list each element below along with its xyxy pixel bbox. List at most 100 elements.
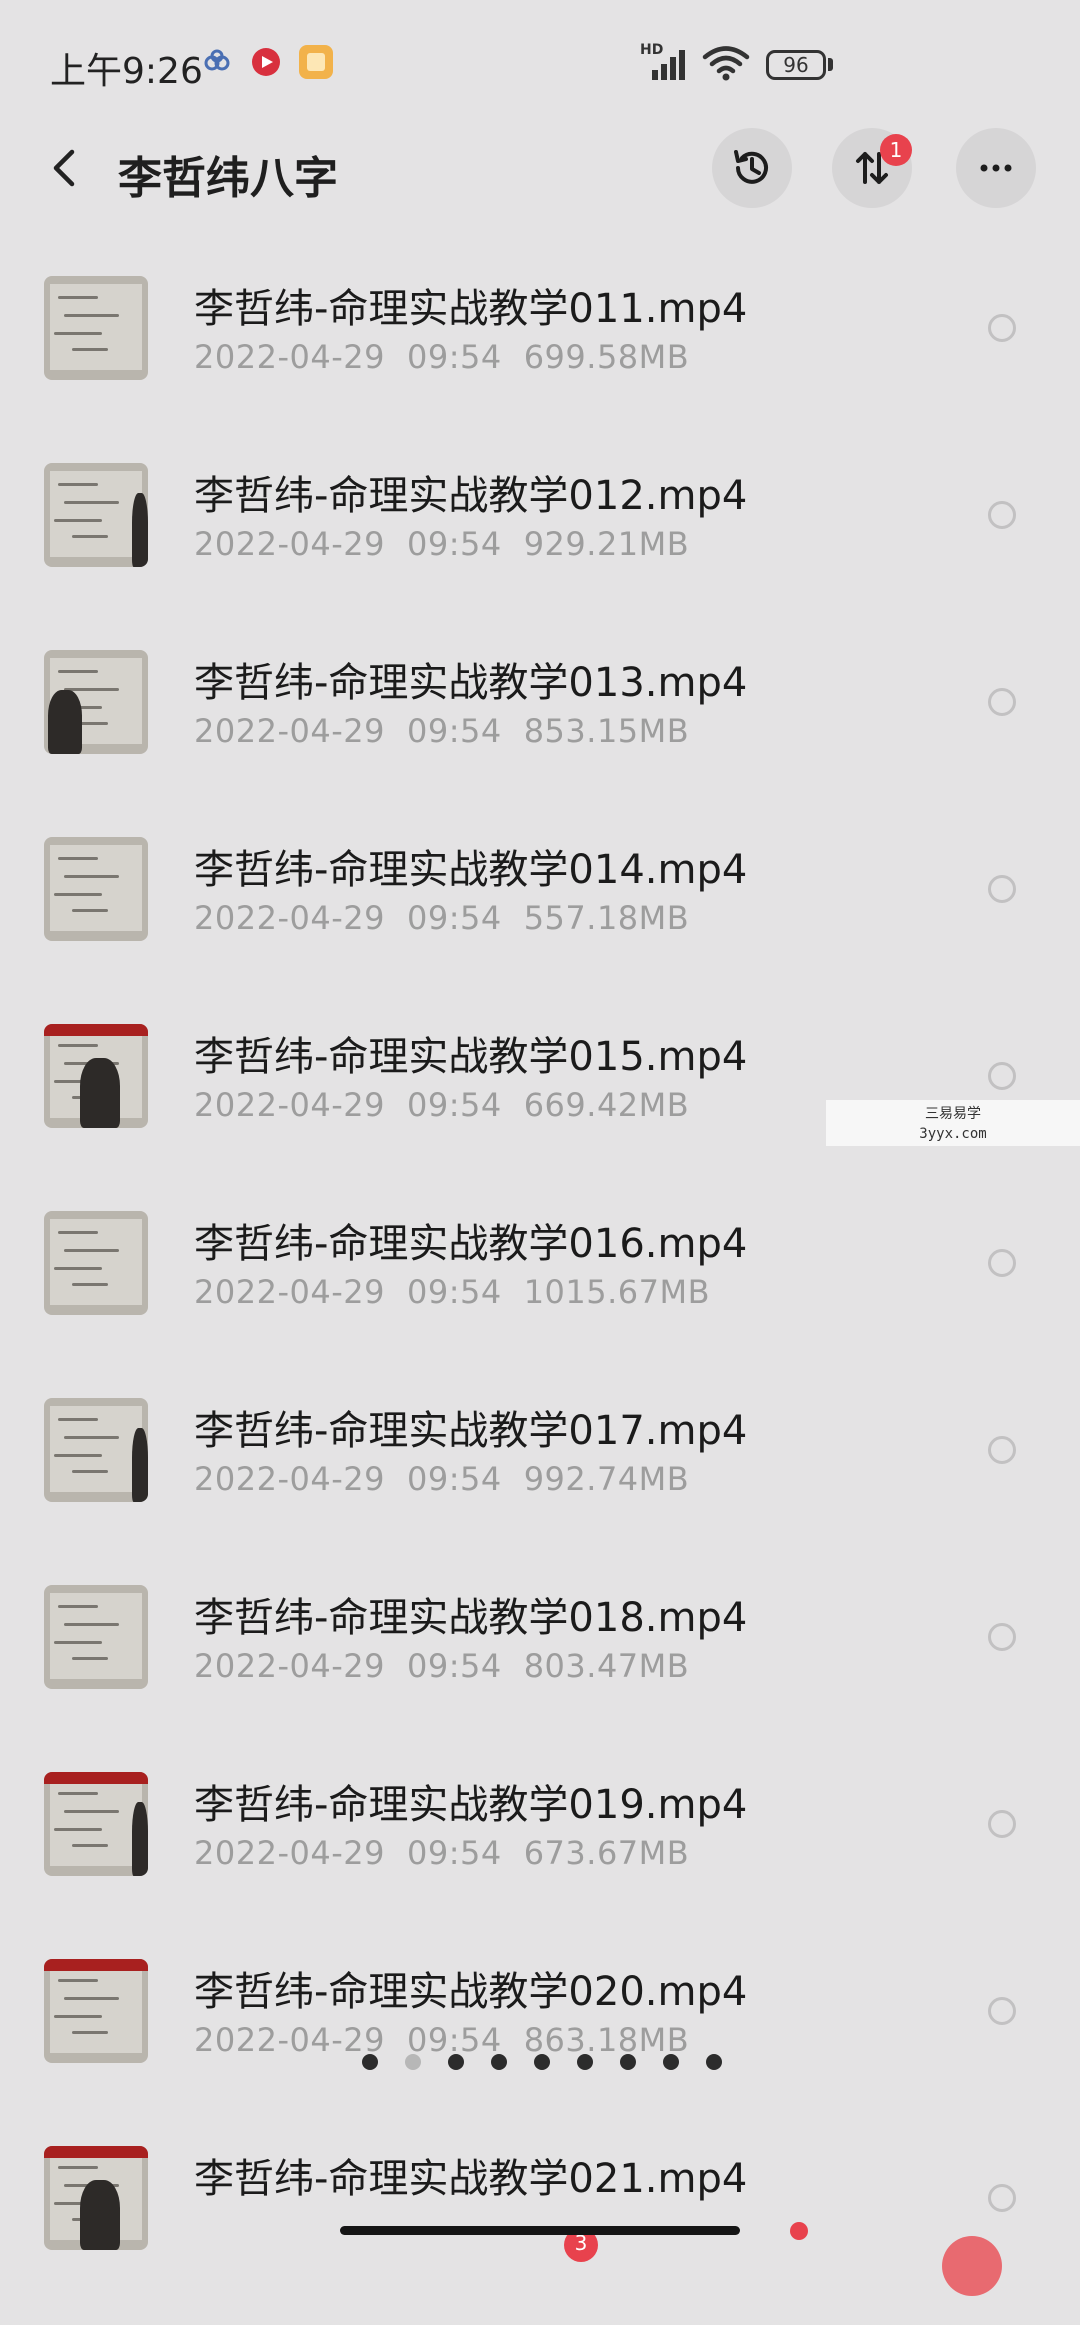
more-button[interactable] [956,128,1036,208]
file-time: 09:54 [406,338,502,376]
file-size: 557.18MB [523,899,690,937]
floating-action-button[interactable] [942,2236,1002,2296]
file-time: 09:54 [406,525,502,563]
page-dot[interactable] [405,2054,421,2070]
file-size: 992.74MB [523,1460,690,1498]
file-date: 2022-04-29 [194,1647,385,1685]
file-row[interactable]: 李哲纬-命理实战教学018.mp4 2022-04-29 09:54 803.47MB [0,1577,1080,1764]
select-radio[interactable] [988,1436,1016,1464]
page-dot[interactable] [663,2054,679,2070]
video-thumbnail [44,1211,148,1315]
video-thumbnail [44,1398,148,1502]
video-thumbnail [44,1959,148,2063]
page-dot[interactable] [362,2054,378,2070]
select-radio[interactable] [988,314,1016,342]
video-thumbnail [44,2146,148,2250]
file-row[interactable]: 李哲纬-命理实战教学019.mp4 2022-04-29 09:54 673.67MB [0,1764,1080,1951]
file-date: 2022-04-29 [194,1086,385,1124]
file-date: 2022-04-29 [194,525,385,563]
file-name: 李哲纬-命理实战教学015.mp4 [194,1034,748,1080]
page-dot[interactable] [706,2054,722,2070]
file-row[interactable]: 李哲纬-命理实战教学020.mp4 2022-04-29 09:54 863.18MB [0,1951,1080,2138]
file-name: 李哲纬-命理实战教学013.mp4 [194,660,748,706]
notification-dot [790,2222,808,2240]
file-meta: 2022-04-29 09:54 803.47MB [194,1647,689,1685]
file-time: 09:54 [406,899,502,937]
file-time: 09:54 [406,1273,502,1311]
history-icon [734,150,768,184]
file-date: 2022-04-29 [194,899,385,937]
file-time: 09:54 [406,712,502,750]
file-meta: 2022-04-29 09:54 929.21MB [194,525,689,563]
more-dots-icon [980,164,1012,172]
file-size: 853.15MB [523,712,690,750]
file-size: 803.47MB [523,1647,690,1685]
page-dot[interactable] [491,2054,507,2070]
select-radio[interactable] [988,1997,1016,2025]
video-app-icon [250,46,282,82]
video-thumbnail [44,276,148,380]
status-bar: 上午9:26 HD 96 [0,0,1080,120]
file-date: 2022-04-29 [194,1834,385,1872]
file-size: 699.58MB [523,338,690,376]
battery-tip [828,58,833,71]
file-row[interactable]: 李哲纬-命理实战教学012.mp4 2022-04-29 09:54 929.21MB [0,455,1080,642]
select-radio[interactable] [988,1623,1016,1651]
file-name: 李哲纬-命理实战教学016.mp4 [194,1221,748,1267]
file-row[interactable]: 李哲纬-命理实战教学014.mp4 2022-04-29 09:54 557.18MB [0,829,1080,1016]
battery-indicator: 96 [766,50,826,80]
file-meta: 2022-04-29 09:54 669.42MB [194,1086,689,1124]
page-indicator [362,2054,722,2070]
file-size: 929.21MB [523,525,690,563]
file-row[interactable]: 李哲纬-命理实战教学013.mp4 2022-04-29 09:54 853.15MB [0,642,1080,829]
file-row[interactable]: 李哲纬-命理实战教学016.mp4 2022-04-29 09:54 1015.67M… [0,1203,1080,1390]
page-dot[interactable] [577,2054,593,2070]
file-meta: 2022-04-29 09:54 853.15MB [194,712,689,750]
file-name: 李哲纬-命理实战教学019.mp4 [194,1782,748,1828]
file-date: 2022-04-29 [194,1273,385,1311]
file-name: 李哲纬-命理实战教学017.mp4 [194,1408,748,1454]
chevron-left-icon [53,149,75,187]
file-size: 1015.67MB [523,1273,711,1311]
select-radio[interactable] [988,1810,1016,1838]
page-dot[interactable] [448,2054,464,2070]
select-radio[interactable] [988,1062,1016,1090]
file-time: 09:54 [406,1460,502,1498]
file-time: 09:54 [406,1647,502,1685]
select-radio[interactable] [988,875,1016,903]
watermark-line2: 3yyx.com [919,1126,987,1142]
select-radio[interactable] [988,688,1016,716]
signal-icon: HD [640,40,692,88]
file-row[interactable]: 李哲纬-命理实战教学017.mp4 2022-04-29 09:54 992.74MB [0,1390,1080,1577]
video-thumbnail [44,1585,148,1689]
page-dot[interactable] [620,2054,636,2070]
file-date: 2022-04-29 [194,338,385,376]
video-thumbnail [44,837,148,941]
back-button[interactable] [44,146,88,190]
wifi-icon [702,44,750,86]
file-meta: 2022-04-29 09:54 673.67MB [194,1834,689,1872]
home-indicator[interactable] [340,2226,740,2235]
select-radio[interactable] [988,2184,1016,2212]
video-thumbnail [44,1772,148,1876]
file-row[interactable]: 李哲纬-命理实战教学011.mp4 2022-04-29 09:54 699.58MB [0,268,1080,455]
file-name: 李哲纬-命理实战教学012.mp4 [194,473,748,519]
file-name: 李哲纬-命理实战教学018.mp4 [194,1595,748,1641]
select-radio[interactable] [988,501,1016,529]
transfer-badge: 1 [880,134,912,166]
file-name: 李哲纬-命理实战教学011.mp4 [194,286,748,332]
video-thumbnail [44,1024,148,1128]
file-size: 669.42MB [523,1086,690,1124]
network-label: HD [640,42,663,58]
file-name: 李哲纬-命理实战教学014.mp4 [194,847,748,893]
cloud-app-icon [204,48,230,78]
file-time: 09:54 [406,1834,502,1872]
file-name: 李哲纬-命理实战教学020.mp4 [194,1969,748,2015]
page-dot[interactable] [534,2054,550,2070]
file-meta: 2022-04-29 09:54 1015.67MB [194,1273,710,1311]
file-date: 2022-04-29 [194,2021,385,2059]
history-button[interactable] [712,128,792,208]
select-radio[interactable] [988,1249,1016,1277]
watermark-line1: 三易易学 [925,1106,981,1122]
video-thumbnail [44,650,148,754]
